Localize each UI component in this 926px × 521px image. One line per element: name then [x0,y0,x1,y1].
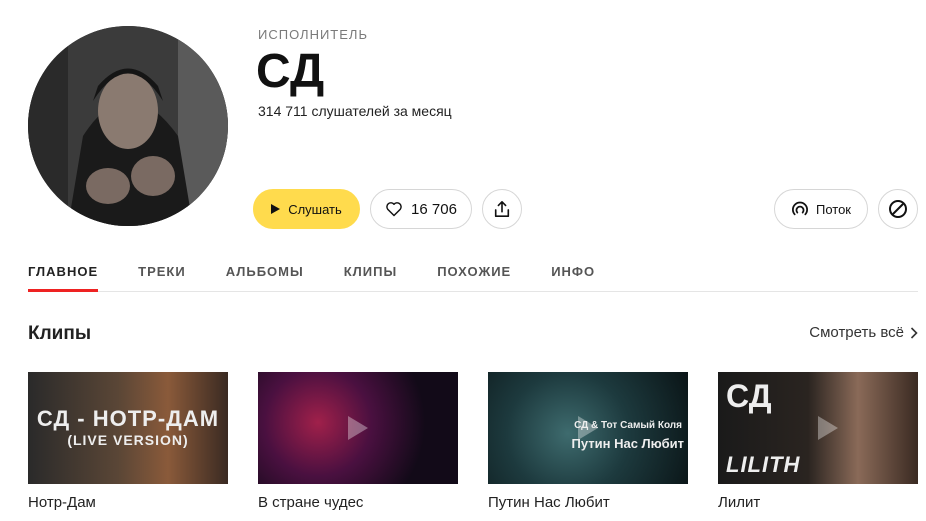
clip-thumbnail[interactable]: СД LILITH [718,372,918,484]
artist-kind-label: ИСПОЛНИТЕЛЬ [258,27,368,42]
artist-tabs: ГЛАВНОЕ ТРЕКИ АЛЬБОМЫ КЛИПЫ ПОХОЖИЕ ИНФО [28,264,918,292]
tab-main[interactable]: ГЛАВНОЕ [28,264,99,292]
clip-card[interactable]: СД LILITH Лилит [718,372,918,511]
tab-info[interactable]: ИНФО [551,264,595,292]
tab-similar[interactable]: ПОХОЖИЕ [437,264,511,292]
clip-card[interactable]: СД - НОТР-ДАМ (LIVE VERSION) Нотр-Дам [28,372,228,511]
likes-count: 16 706 [411,200,457,218]
like-button[interactable]: 16 706 [370,189,472,229]
block-artist-button[interactable] [878,189,918,229]
clips-section-title: Клипы [28,323,92,344]
clip-title[interactable]: Путин Нас Любит [488,494,688,511]
tab-clips[interactable]: КЛИПЫ [344,264,397,292]
artist-avatar [28,26,228,226]
clip-overlay-title: СД [726,378,772,414]
see-all-link[interactable]: Смотреть всё [809,324,918,341]
clip-card[interactable]: СД & Тот Самый Коля Путин Нас Любит Пути… [488,372,688,511]
clip-title[interactable]: В стране чудес [258,494,458,511]
clip-overlay-title: СД - НОТР-ДАМ [36,406,220,431]
clip-title[interactable]: Лилит [718,494,918,511]
clip-title[interactable]: Нотр-Дам [28,494,228,511]
listen-button[interactable]: Слушать [253,189,360,229]
play-icon [818,416,838,440]
clip-overlay-subtitle: LILITH [726,452,801,477]
share-icon [494,200,510,218]
clip-overlay-subtitle: (LIVE VERSION) [67,432,189,448]
play-icon [271,204,281,214]
block-icon [889,200,907,218]
listen-button-label: Слушать [288,201,342,217]
play-icon [348,416,368,440]
clip-card[interactable]: В стране чудес [258,372,458,511]
clip-overlay-subtitle: Путин Нас Любит [571,436,684,451]
artist-name: СД [256,45,325,98]
clip-thumbnail[interactable] [258,372,458,484]
tab-tracks[interactable]: ТРЕКИ [138,264,186,292]
see-all-label: Смотреть всё [809,324,904,341]
clip-thumbnail[interactable]: СД - НОТР-ДАМ (LIVE VERSION) [28,372,228,484]
chevron-right-icon [910,326,918,339]
monthly-listeners: 314 711 слушателей за месяц [258,103,452,119]
share-button[interactable] [482,189,522,229]
heart-icon [386,202,402,217]
stream-button-label: Поток [815,201,851,217]
stream-button[interactable]: Поток [774,189,868,229]
stream-icon [792,201,808,216]
clip-thumbnail[interactable]: СД & Тот Самый Коля Путин Нас Любит [488,372,688,484]
clip-overlay-title: СД & Тот Самый Коля [574,420,682,431]
tab-albums[interactable]: АЛЬБОМЫ [226,264,304,292]
